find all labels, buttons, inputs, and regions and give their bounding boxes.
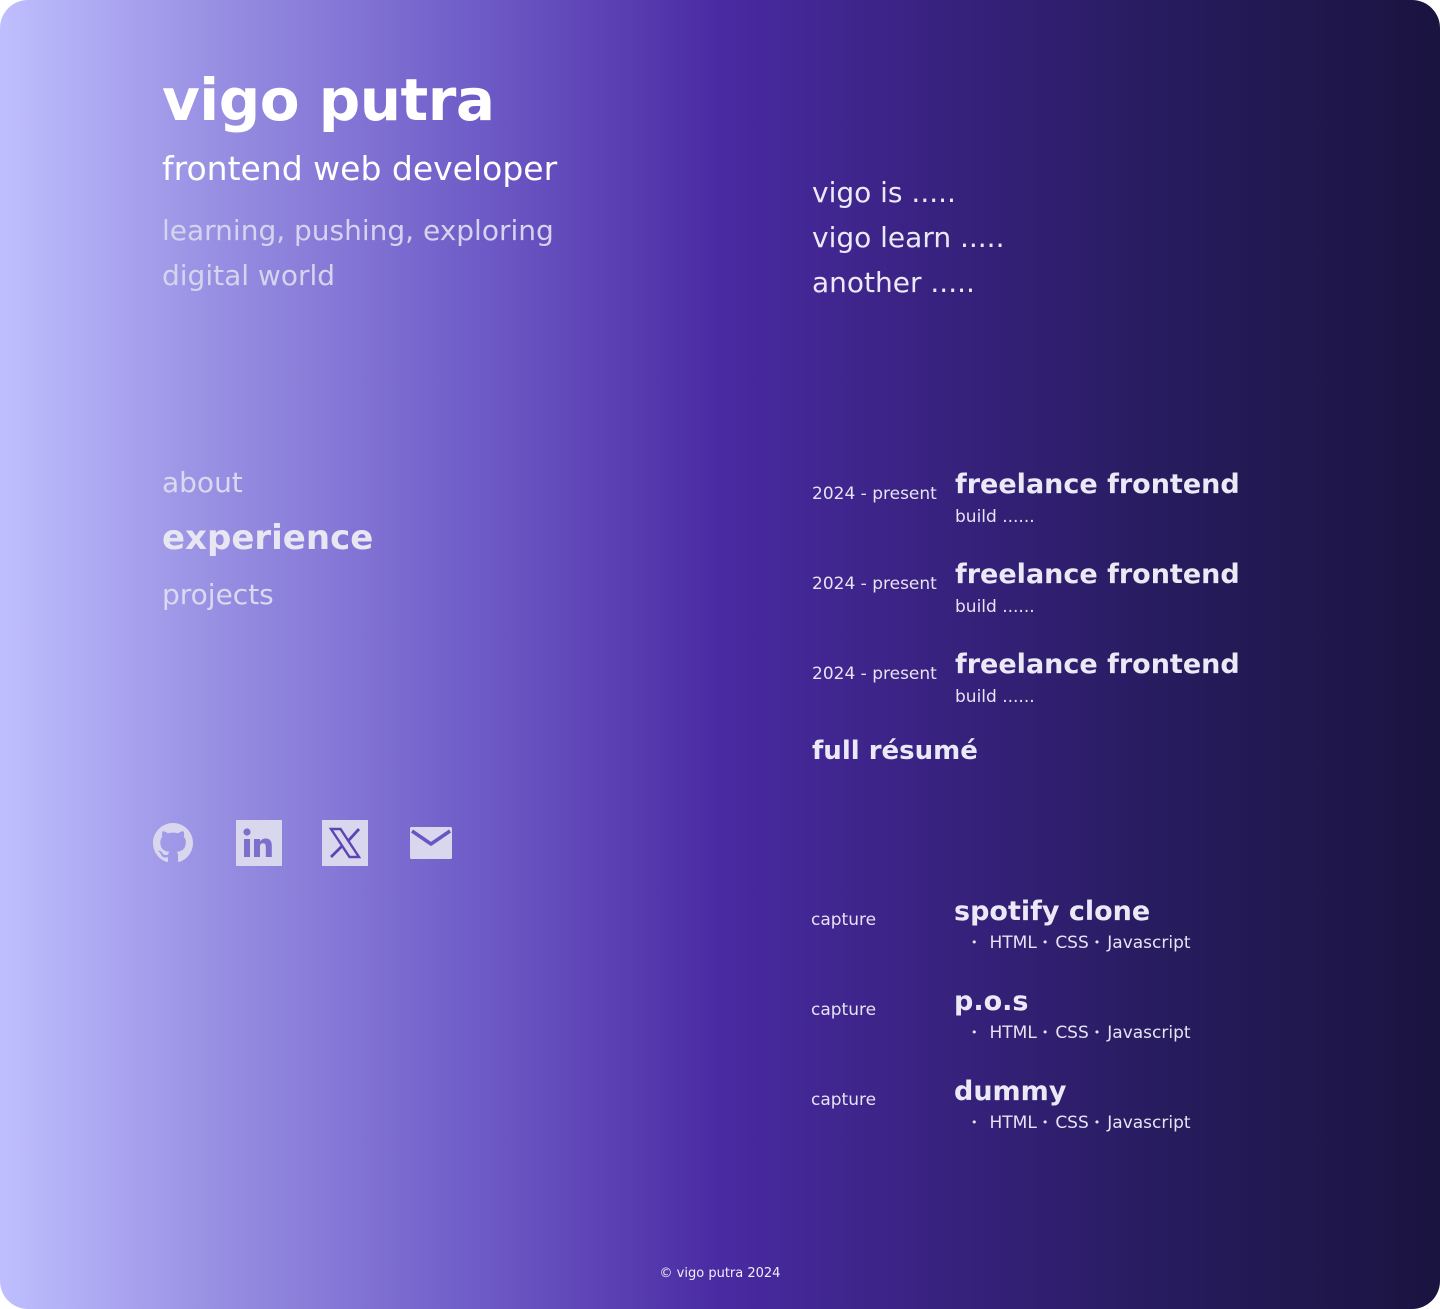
experience-title: freelance frontend (955, 559, 1240, 590)
project-tags: HTML CSS Javascript (954, 1020, 1191, 1048)
project-title: spotify clone (954, 896, 1151, 927)
nav-item-experience[interactable]: experience (162, 510, 373, 566)
social-links (150, 820, 454, 866)
projects-section: capture spotify clone HTML CSS Javascrip… (811, 894, 1191, 1164)
experience-desc: build ...... (955, 507, 1035, 527)
about-line: another ..... (812, 266, 975, 299)
project-item[interactable]: capture spotify clone HTML CSS Javascrip… (811, 894, 1191, 984)
experience-section: 2024 - present freelance frontend build … (812, 466, 1240, 736)
project-tag: HTML (966, 1020, 1037, 1048)
nav-item-label: projects (162, 577, 274, 611)
project-tag: HTML (966, 930, 1037, 958)
project-tags: HTML CSS Javascript (954, 930, 1191, 958)
full-resume-link[interactable]: full résumé (812, 736, 978, 766)
project-tag: Javascript (1089, 1110, 1190, 1138)
about-line: vigo learn ..... (812, 221, 1005, 254)
linkedin-link[interactable] (236, 820, 282, 866)
experience-title: freelance frontend (955, 649, 1240, 680)
project-tags: HTML CSS Javascript (954, 1110, 1191, 1138)
nav-item-projects[interactable]: projects (162, 566, 373, 622)
about-line: vigo is ..... (812, 176, 956, 209)
experience-item: 2024 - present freelance frontend build … (812, 646, 1240, 736)
x-icon (322, 820, 368, 866)
nav-item-label: about (162, 465, 243, 499)
project-title: p.o.s (954, 986, 1029, 1017)
email-link[interactable] (408, 820, 454, 866)
experience-item: 2024 - present freelance frontend build … (812, 556, 1240, 646)
experience-desc: build ...... (955, 687, 1035, 707)
experience-title: freelance frontend (955, 469, 1240, 500)
portfolio-page: vigo putra frontend web developer learni… (0, 0, 1440, 1309)
project-capture: capture (811, 1000, 877, 1020)
project-tag: Javascript (1089, 1020, 1190, 1048)
experience-desc: build ...... (955, 597, 1035, 617)
project-tag: HTML (966, 1110, 1037, 1138)
section-nav: about experience projects (162, 454, 373, 622)
project-item[interactable]: capture p.o.s HTML CSS Javascript (811, 984, 1191, 1074)
linkedin-icon (236, 820, 282, 866)
project-tag: CSS (1037, 1020, 1088, 1048)
project-tag: CSS (1037, 930, 1088, 958)
profile-role: frontend web developer (162, 149, 558, 188)
project-tag: Javascript (1089, 930, 1190, 958)
github-icon (153, 823, 193, 863)
mail-icon (410, 827, 452, 859)
profile-tagline: learning, pushing, exploring digital wor… (162, 214, 554, 292)
about-section: vigo is ..... vigo learn ..... another .… (812, 170, 1005, 305)
github-link[interactable] (150, 820, 196, 866)
project-tag: CSS (1037, 1110, 1088, 1138)
experience-date: 2024 - present (812, 664, 937, 684)
project-capture: capture (811, 1090, 877, 1110)
profile-name: vigo putra (162, 66, 495, 134)
nav-item-label: experience (162, 518, 374, 558)
project-capture: capture (811, 910, 877, 930)
experience-item: 2024 - present freelance frontend build … (812, 466, 1240, 556)
project-item[interactable]: capture dummy HTML CSS Javascript (811, 1074, 1191, 1164)
experience-date: 2024 - present (812, 574, 937, 594)
experience-date: 2024 - present (812, 484, 937, 504)
x-link[interactable] (322, 820, 368, 866)
footer-copyright: © vigo putra 2024 (659, 1266, 781, 1281)
project-title: dummy (954, 1076, 1067, 1107)
nav-item-about[interactable]: about (162, 454, 373, 510)
